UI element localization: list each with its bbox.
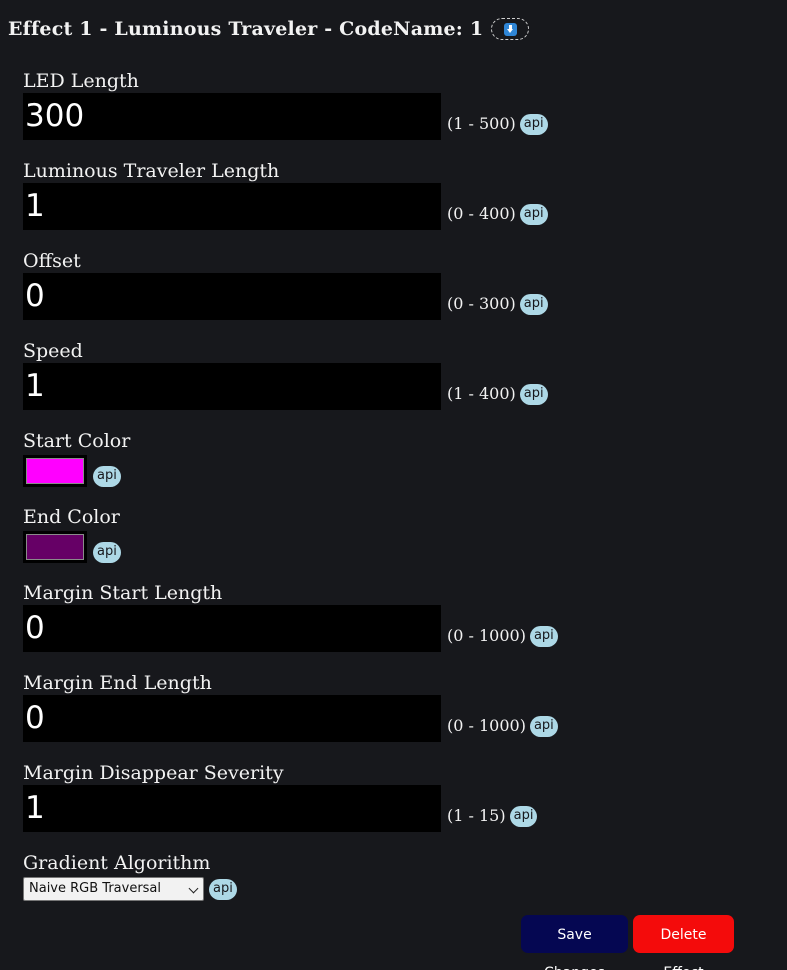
range-hint: (1 - 15): [447, 806, 506, 825]
field-label: LED Length: [23, 70, 139, 92]
offset-input[interactable]: [23, 273, 441, 320]
field-label: Start Color: [23, 430, 131, 452]
end-color-swatch: [26, 534, 84, 560]
range-hint: (0 - 400): [447, 204, 516, 223]
down-arrow-icon: [503, 22, 517, 36]
led-length-input[interactable]: [23, 93, 441, 140]
api-link[interactable]: api: [529, 626, 558, 647]
field-label: End Color: [23, 506, 120, 528]
field-label: Margin End Length: [23, 672, 212, 694]
api-link[interactable]: api: [93, 542, 121, 563]
range-hint: (0 - 300): [447, 294, 516, 313]
margin-end-length-input[interactable]: [23, 695, 441, 742]
field-speed: Speed (1 - 400) api: [23, 339, 548, 410]
collapse-toggle-button[interactable]: [491, 18, 530, 40]
delete-effect-button[interactable]: Delete Effect: [633, 915, 734, 970]
start-color-picker[interactable]: [23, 455, 87, 487]
api-link[interactable]: api: [93, 466, 121, 487]
save-changes-button[interactable]: Save Changes: [521, 915, 628, 970]
field-margin-start-length: Margin Start Length (0 - 1000) api: [23, 581, 558, 652]
end-color-picker[interactable]: [23, 531, 87, 563]
api-link[interactable]: api: [519, 294, 548, 315]
start-color-swatch: [26, 458, 84, 484]
api-link[interactable]: api: [519, 384, 548, 405]
field-margin-end-length: Margin End Length (0 - 1000) api: [23, 671, 558, 742]
field-led-length: LED Length (1 - 500) api: [23, 69, 548, 140]
range-hint: (1 - 400): [447, 384, 516, 403]
field-end-color: End Color api: [23, 505, 121, 563]
api-link[interactable]: api: [509, 806, 538, 827]
field-label: Luminous Traveler Length: [23, 160, 280, 182]
field-offset: Offset (0 - 300) api: [23, 249, 548, 320]
field-gradient-algorithm: Gradient Algorithm Naive RGB Traversal a…: [23, 851, 237, 901]
field-label: Margin Start Length: [23, 582, 223, 604]
margin-start-length-input[interactable]: [23, 605, 441, 652]
api-link[interactable]: api: [529, 716, 558, 737]
field-label: Gradient Algorithm: [23, 852, 211, 874]
api-link[interactable]: api: [519, 114, 548, 135]
field-label: Offset: [23, 250, 81, 272]
speed-input[interactable]: [23, 363, 441, 410]
gradient-algorithm-select[interactable]: Naive RGB Traversal: [23, 877, 204, 901]
field-label: Speed: [23, 340, 83, 362]
field-margin-disappear-severity: Margin Disappear Severity (1 - 15) api: [23, 761, 538, 832]
luminous-traveler-length-input[interactable]: [23, 183, 441, 230]
field-luminous-traveler-length: Luminous Traveler Length (0 - 400) api: [23, 159, 548, 230]
field-label: Margin Disappear Severity: [23, 762, 284, 784]
field-start-color: Start Color api: [23, 429, 130, 487]
api-link[interactable]: api: [519, 204, 548, 225]
selected-option: Naive RGB Traversal: [29, 881, 162, 896]
margin-disappear-severity-input[interactable]: [23, 785, 441, 832]
effect-title: Effect 1 - Luminous Traveler - CodeName:…: [8, 18, 484, 40]
range-hint: (1 - 500): [447, 114, 516, 133]
range-hint: (0 - 1000): [447, 716, 526, 735]
api-link[interactable]: api: [209, 878, 237, 900]
chevron-down-icon: [188, 883, 199, 894]
effect-header: Effect 1 - Luminous Traveler - CodeName:…: [8, 14, 530, 44]
range-hint: (0 - 1000): [447, 626, 526, 645]
